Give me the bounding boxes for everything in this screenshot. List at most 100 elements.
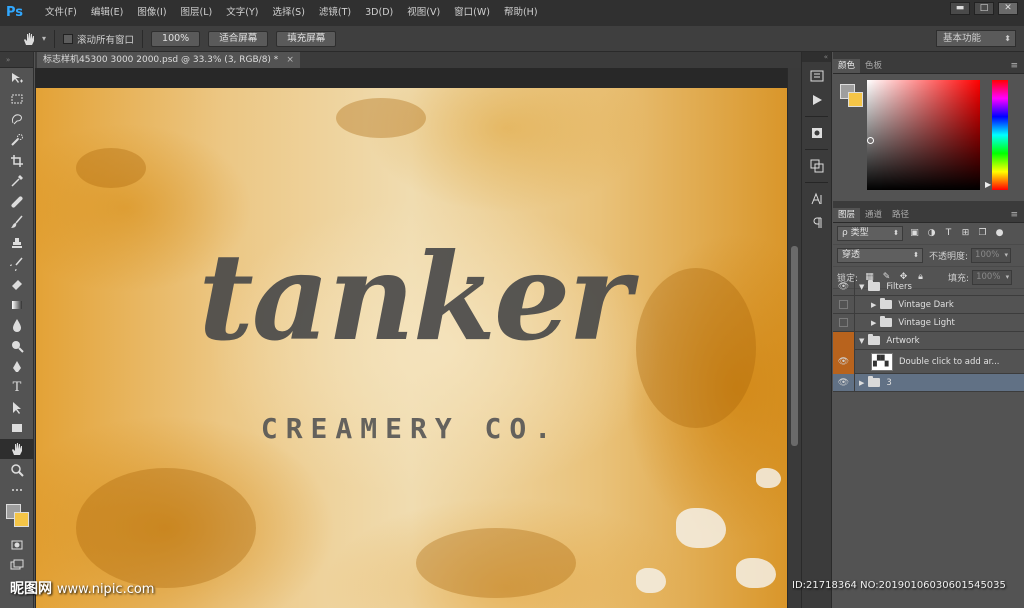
color-field[interactable] bbox=[867, 80, 980, 190]
opacity-input[interactable]: 100% ▾ bbox=[971, 248, 1012, 263]
eye-icon[interactable]: 👁︎ bbox=[833, 349, 855, 374]
move-icon[interactable] bbox=[0, 68, 34, 89]
hue-slider-arrow-icon[interactable]: ▶ bbox=[985, 180, 991, 189]
rectangle-icon[interactable] bbox=[0, 418, 34, 439]
tools-panel-grip[interactable]: » bbox=[0, 52, 33, 68]
scrollbar-thumb[interactable] bbox=[791, 246, 798, 446]
close-button[interactable]: ✕ bbox=[998, 2, 1018, 15]
crop-icon[interactable] bbox=[0, 150, 34, 171]
fit-screen-button[interactable]: 适合屏幕 bbox=[208, 30, 269, 47]
eyedropper-icon[interactable] bbox=[0, 171, 34, 192]
pixel-filter-icon[interactable]: ▣ bbox=[909, 228, 920, 239]
adjustment-filter-icon[interactable]: ◑ bbox=[926, 228, 937, 239]
dock-grip[interactable]: « bbox=[802, 52, 831, 62]
layer-row[interactable]: ▶ Vintage Dark bbox=[833, 295, 1024, 314]
shape-filter-icon[interactable]: ⊞ bbox=[960, 228, 971, 239]
hue-slider[interactable] bbox=[992, 80, 1008, 190]
menu-image[interactable]: 图像(I) bbox=[130, 0, 173, 26]
tab-swatches[interactable]: 色板 bbox=[860, 59, 887, 73]
menu-file[interactable]: 文件(F) bbox=[38, 0, 84, 26]
layer-row[interactable]: 👁︎ Double click to add ar... bbox=[833, 349, 1024, 374]
eye-icon[interactable]: 👁︎ bbox=[833, 373, 855, 392]
fill-screen-button[interactable]: 填充屏幕 bbox=[276, 30, 337, 47]
color-picker-handle[interactable] bbox=[867, 137, 874, 144]
eraser-icon[interactable] bbox=[0, 274, 34, 295]
blend-mode-select[interactable]: 穿透 ⬍ bbox=[837, 248, 923, 263]
dodge-icon[interactable] bbox=[0, 336, 34, 357]
paragraph-panel-icon[interactable] bbox=[805, 213, 829, 233]
visibility-toggle[interactable] bbox=[833, 295, 855, 314]
more-tools-icon[interactable] bbox=[0, 480, 34, 501]
menu-type[interactable]: 文字(Y) bbox=[219, 0, 265, 26]
quick-select-icon[interactable] bbox=[0, 130, 34, 151]
layer-row[interactable]: 👁︎ ▼ Filters bbox=[833, 277, 1024, 296]
tab-layers[interactable]: 图层 bbox=[833, 208, 861, 222]
close-tab-icon[interactable]: × bbox=[286, 55, 294, 65]
workspace-select[interactable]: 基本功能 ⬍ bbox=[936, 30, 1016, 47]
menu-view[interactable]: 视图(V) bbox=[400, 0, 447, 26]
brush-icon[interactable] bbox=[0, 212, 34, 233]
panel-menu-icon[interactable]: ≡ bbox=[1010, 61, 1018, 71]
expand-triangle-icon[interactable]: ▼ bbox=[859, 283, 864, 291]
gradient-icon[interactable] bbox=[0, 295, 34, 316]
background-color-swatch[interactable] bbox=[14, 512, 29, 528]
filter-toggle-icon[interactable]: ● bbox=[994, 228, 1005, 239]
zoom-100-button[interactable]: 100% bbox=[151, 30, 201, 47]
pen-icon[interactable] bbox=[0, 356, 34, 377]
zoom-icon[interactable] bbox=[0, 459, 34, 480]
tool-presets-icon[interactable] bbox=[805, 156, 829, 176]
screen-mode-icon[interactable] bbox=[0, 555, 34, 576]
tool-preset-hand-icon[interactable] bbox=[18, 29, 40, 49]
maximize-button[interactable]: □ bbox=[974, 2, 994, 15]
smart-filter-icon[interactable]: ❐ bbox=[977, 228, 988, 239]
blur-icon[interactable] bbox=[0, 315, 34, 336]
menu-select[interactable]: 选择(S) bbox=[265, 0, 311, 26]
visibility-toggle[interactable] bbox=[833, 313, 855, 332]
menu-layer[interactable]: 图层(L) bbox=[174, 0, 220, 26]
tab-color[interactable]: 颜色 bbox=[833, 59, 861, 73]
type-icon[interactable]: T bbox=[0, 377, 34, 398]
panel-menu-icon[interactable]: ≡ bbox=[1010, 210, 1018, 220]
document-tab[interactable]: 标志样机45300 3000 2000.psd @ 33.3% (3, RGB/… bbox=[37, 52, 300, 68]
expand-triangle-icon[interactable]: ▼ bbox=[859, 337, 864, 345]
hand-icon[interactable] bbox=[0, 438, 34, 460]
history-panel-icon[interactable] bbox=[805, 66, 829, 86]
marquee-icon[interactable] bbox=[0, 89, 34, 110]
clone-stamp-icon[interactable] bbox=[0, 233, 34, 254]
document-canvas[interactable]: tanker CREAMERY CO. bbox=[36, 88, 787, 608]
background-color-swatch[interactable] bbox=[848, 92, 863, 107]
actions-play-icon[interactable] bbox=[805, 90, 829, 110]
menu-filter[interactable]: 滤镜(T) bbox=[312, 0, 358, 26]
history-brush-icon[interactable] bbox=[0, 253, 34, 274]
eye-icon[interactable]: 👁︎ bbox=[833, 277, 855, 296]
adjustments-panel-icon[interactable] bbox=[805, 123, 829, 143]
path-select-icon[interactable] bbox=[0, 398, 34, 419]
menu-window[interactable]: 窗口(W) bbox=[447, 0, 497, 26]
minimize-button[interactable]: ▬ bbox=[950, 2, 970, 15]
tab-paths[interactable]: 路径 bbox=[887, 208, 914, 222]
menu-3d[interactable]: 3D(D) bbox=[358, 0, 400, 26]
visibility-toggle[interactable] bbox=[833, 331, 855, 350]
menu-edit[interactable]: 编辑(E) bbox=[84, 0, 130, 26]
layer-row[interactable]: ▶ Vintage Light bbox=[833, 313, 1024, 332]
texture-stain bbox=[76, 148, 146, 188]
tab-channels[interactable]: 通道 bbox=[860, 208, 887, 222]
collapse-triangle-icon[interactable]: ▶ bbox=[859, 379, 864, 387]
workspace-label: 基本功能 bbox=[943, 33, 982, 44]
collapse-triangle-icon[interactable]: ▶ bbox=[871, 301, 876, 309]
chevron-down-icon[interactable]: ▾ bbox=[42, 34, 46, 43]
healing-icon[interactable] bbox=[0, 192, 34, 213]
character-panel-icon[interactable] bbox=[805, 189, 829, 209]
collapse-triangle-icon[interactable]: ▶ bbox=[871, 319, 876, 327]
layer-row[interactable]: ▼ Artwork bbox=[833, 331, 1024, 350]
layer-kind-filter[interactable]: ρ 类型 ⬍ bbox=[837, 226, 903, 241]
layer-row[interactable]: 👁︎ ▶ 3 bbox=[833, 373, 1024, 392]
layer-name: Vintage Dark bbox=[898, 299, 954, 310]
vertical-scrollbar[interactable] bbox=[787, 68, 801, 608]
quick-mask-icon[interactable] bbox=[0, 534, 34, 555]
lasso-icon[interactable] bbox=[0, 109, 34, 130]
type-filter-icon[interactable]: T bbox=[943, 228, 954, 239]
menu-help[interactable]: 帮助(H) bbox=[497, 0, 545, 26]
divider bbox=[805, 149, 828, 150]
scroll-all-checkbox[interactable] bbox=[63, 33, 74, 44]
